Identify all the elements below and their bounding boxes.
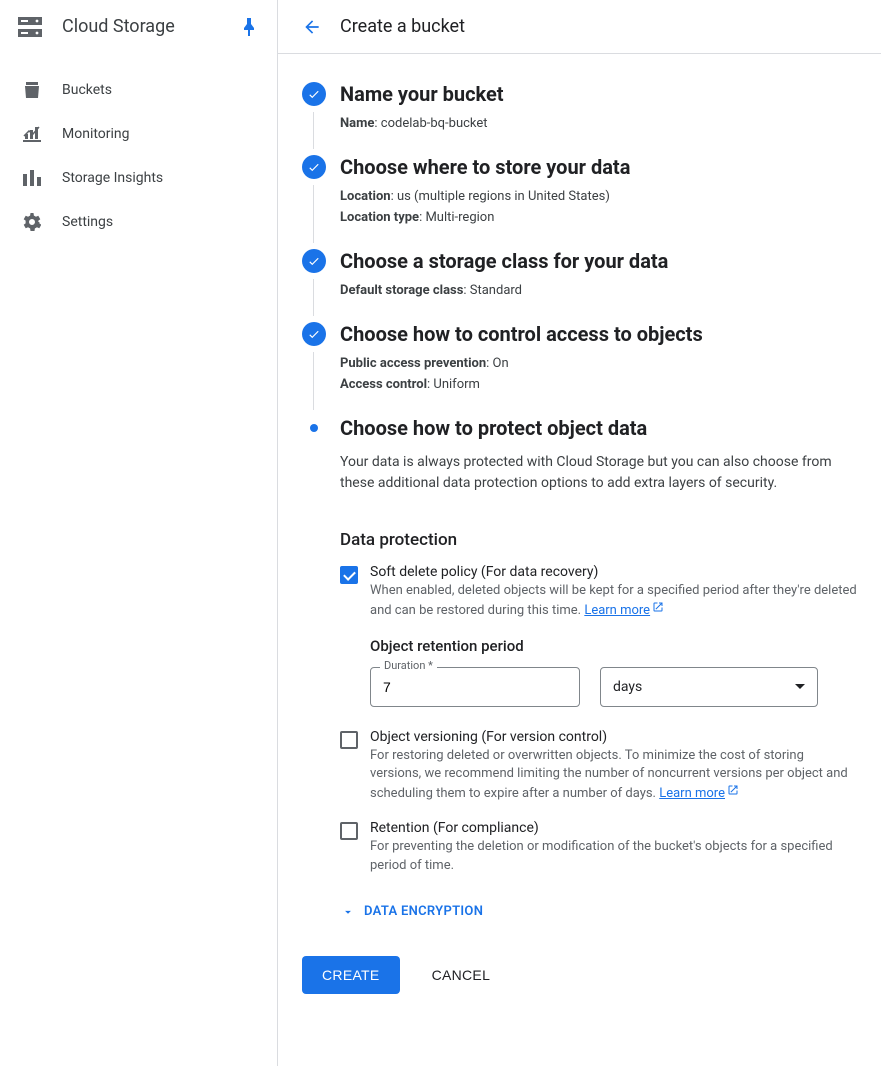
step-summary: Location: us (multiple regions in United…: [340, 189, 857, 225]
step-title: Choose how to control access to objects: [340, 322, 857, 346]
step-location[interactable]: Choose where to store your data Location…: [302, 155, 857, 225]
chevron-down-icon: [340, 904, 356, 920]
learn-more-link[interactable]: Learn more: [659, 786, 725, 801]
step-title: Choose where to store your data: [340, 155, 857, 179]
step-protect: Choose how to protect object data Your d…: [302, 416, 857, 920]
soft-delete-checkbox[interactable]: [340, 566, 358, 584]
step-summary: Default storage class: Standard: [340, 283, 857, 298]
option-title: Object versioning (For version control): [370, 729, 857, 745]
step-summary: Name: codelab-bq-bucket: [340, 116, 857, 131]
product-icon: [16, 13, 44, 41]
step-title: Name your bucket: [340, 82, 857, 106]
option-title: Soft delete policy (For data recovery): [370, 564, 857, 580]
chart-icon: [22, 124, 42, 144]
retention-checkbox[interactable]: [340, 822, 358, 840]
sidebar-item-insights[interactable]: Storage Insights: [0, 156, 277, 200]
active-dot-icon: [302, 416, 326, 440]
step-name[interactable]: Name your bucket Name: codelab-bq-bucket: [302, 82, 857, 131]
option-soft-delete: Soft delete policy (For data recovery) W…: [340, 564, 857, 621]
step-title: Choose how to protect object data: [340, 416, 857, 440]
external-link-icon: [727, 784, 739, 803]
duration-input[interactable]: [370, 667, 580, 707]
footer-buttons: CREATE CANCEL: [302, 956, 857, 994]
learn-more-link[interactable]: Learn more: [584, 603, 650, 618]
option-title: Retention (For compliance): [370, 820, 857, 836]
sidebar-item-buckets[interactable]: Buckets: [0, 68, 277, 112]
back-button[interactable]: [298, 13, 326, 41]
sidebar-nav: Buckets Monitoring Storage Insights Sett…: [0, 54, 277, 244]
nav-label: Monitoring: [62, 126, 130, 142]
nav-label: Buckets: [62, 82, 112, 98]
bucket-icon: [22, 80, 42, 100]
step-description: Your data is always protected with Cloud…: [340, 452, 857, 494]
nav-label: Settings: [62, 214, 113, 230]
gear-icon: [22, 212, 42, 232]
option-versioning: Object versioning (For version control) …: [340, 729, 857, 804]
encryption-label: DATA ENCRYPTION: [364, 904, 483, 919]
step-access[interactable]: Choose how to control access to objects …: [302, 322, 857, 392]
sidebar-item-settings[interactable]: Settings: [0, 200, 277, 244]
unit-value: days: [613, 679, 642, 695]
content: Name your bucket Name: codelab-bq-bucket…: [278, 54, 881, 1018]
option-desc: When enabled, deleted objects will be ke…: [370, 582, 857, 621]
data-encryption-toggle[interactable]: DATA ENCRYPTION: [340, 904, 857, 920]
check-icon: [302, 322, 326, 346]
option-retention: Retention (For compliance) For preventin…: [340, 820, 857, 876]
nav-label: Storage Insights: [62, 170, 163, 186]
pin-button[interactable]: [235, 13, 263, 41]
data-protection-heading: Data protection: [340, 530, 857, 550]
bars-icon: [22, 168, 42, 188]
duration-label: Duration *: [380, 659, 437, 672]
option-desc: For restoring deleted or overwritten obj…: [370, 747, 857, 804]
sidebar-item-monitoring[interactable]: Monitoring: [0, 112, 277, 156]
check-icon: [302, 249, 326, 273]
page-title: Create a bucket: [340, 16, 465, 37]
step-storage-class[interactable]: Choose a storage class for your data Def…: [302, 249, 857, 298]
external-link-icon: [652, 601, 664, 620]
retention-period-block: Object retention period Duration * days: [370, 637, 857, 707]
check-icon: [302, 82, 326, 106]
step-title: Choose a storage class for your data: [340, 249, 857, 273]
cancel-button[interactable]: CANCEL: [424, 956, 499, 994]
main-header: Create a bucket: [278, 0, 881, 54]
versioning-checkbox[interactable]: [340, 731, 358, 749]
duration-unit-select[interactable]: days: [600, 667, 818, 707]
product-title: Cloud Storage: [62, 16, 235, 37]
sidebar-header: Cloud Storage: [0, 0, 277, 54]
step-summary: Public access prevention: On Access cont…: [340, 356, 857, 392]
check-icon: [302, 155, 326, 179]
duration-field: Duration *: [370, 667, 580, 707]
option-desc: For preventing the deletion or modificat…: [370, 838, 857, 876]
chevron-down-icon: [795, 684, 805, 689]
main: Create a bucket Name your bucket Name: c…: [278, 0, 881, 1066]
retention-period-title: Object retention period: [370, 637, 857, 655]
create-button[interactable]: CREATE: [302, 956, 400, 994]
sidebar: Cloud Storage Buckets Monitoring: [0, 0, 278, 1066]
